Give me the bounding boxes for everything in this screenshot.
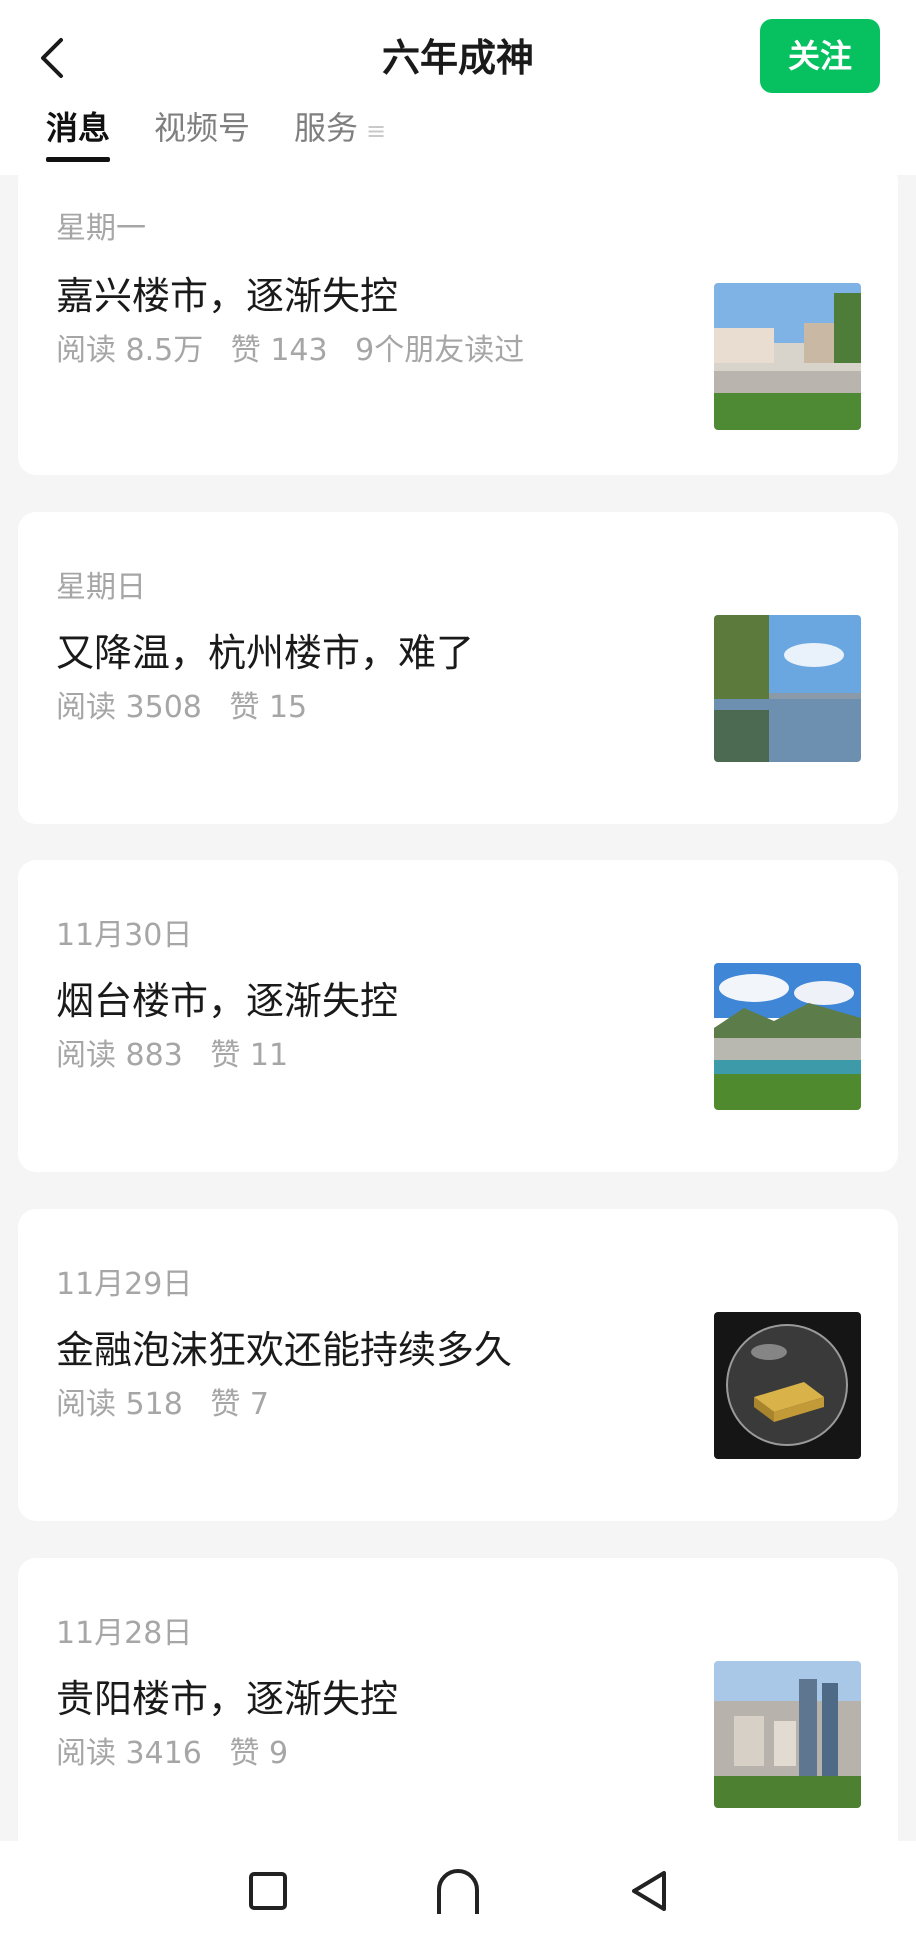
article-title: 又降温，杭州楼市，难了 (56, 631, 475, 675)
read-count: 阅读 3416 (56, 1736, 202, 1771)
like-count: 赞 7 (210, 1387, 269, 1422)
menu-icon: ≡ (366, 117, 387, 145)
article-title: 嘉兴楼市，逐渐失控 (56, 274, 399, 318)
read-count: 阅读 883 (56, 1038, 183, 1073)
article-stats: 阅读 3416 赞 9 (56, 1728, 306, 1772)
like-count: 赞 143 (230, 333, 328, 368)
article-stats: 阅读 518 赞 7 (56, 1379, 287, 1423)
back-nav-button[interactable] (613, 1856, 683, 1926)
skyline-photo-icon (714, 1661, 861, 1808)
read-count: 阅读 3508 (56, 690, 202, 725)
top-bar: 六年成神 关注 消息 视频号 服务 ≡ (0, 0, 916, 175)
recents-button[interactable] (233, 1856, 303, 1926)
article-thumbnail (714, 1312, 861, 1459)
tab-messages-label: 消息 (46, 109, 111, 147)
like-count: 赞 15 (229, 690, 308, 725)
street-photo-icon (714, 283, 861, 430)
tab-bar: 消息 视频号 服务 ≡ (46, 100, 386, 162)
article-date: 11月28日 (56, 1616, 193, 1651)
article-title: 烟台楼市，逐渐失控 (56, 979, 399, 1023)
article-card[interactable]: 11月29日 金融泡沫狂欢还能持续多久 阅读 518 赞 7 (18, 1209, 898, 1521)
article-card[interactable]: 星期日 又降温，杭州楼市，难了 阅读 3508 赞 15 (18, 512, 898, 824)
tab-channels-label: 视频号 (154, 109, 251, 147)
article-thumbnail (714, 963, 861, 1110)
article-thumbnail (714, 615, 861, 762)
article-card[interactable]: 11月30日 烟台楼市，逐渐失控 阅读 883 赞 11 (18, 860, 898, 1172)
article-thumbnail (714, 283, 861, 430)
system-nav-bar (0, 1841, 916, 1941)
article-date: 11月30日 (56, 918, 193, 953)
gold-bubble-photo-icon (714, 1312, 861, 1459)
triangle-back-icon (632, 1871, 666, 1911)
tab-services-label: 服务 (294, 109, 359, 147)
article-title: 贵阳楼市，逐渐失控 (56, 1677, 399, 1721)
friends-read: 9个朋友读过 (355, 333, 525, 368)
article-stats: 阅读 883 赞 11 (56, 1030, 306, 1074)
article-card[interactable]: 11月28日 贵阳楼市，逐渐失控 阅读 3416 赞 9 (18, 1558, 898, 1870)
like-count: 赞 11 (210, 1038, 289, 1073)
tab-channels[interactable]: 视频号 (154, 100, 250, 162)
read-count: 阅读 8.5万 (56, 333, 204, 368)
read-count: 阅读 518 (56, 1387, 183, 1422)
article-date: 星期一 (56, 211, 146, 246)
like-count: 赞 9 (229, 1736, 289, 1771)
article-title: 金融泡沫狂欢还能持续多久 (56, 1328, 513, 1372)
article-thumbnail (714, 1661, 861, 1808)
article-date: 星期日 (56, 570, 146, 605)
arch-home-icon (437, 1869, 479, 1914)
follow-button[interactable]: 关注 (760, 19, 880, 93)
square-recents-icon (249, 1872, 287, 1910)
lake-photo-icon (714, 615, 861, 762)
article-stats: 阅读 8.5万 赞 143 9个朋友读过 (56, 325, 542, 369)
article-card[interactable]: 星期一 嘉兴楼市，逐渐失控 阅读 8.5万 赞 143 9个朋友读过 (18, 163, 898, 475)
tab-messages[interactable]: 消息 (46, 100, 111, 162)
article-stats: 阅读 3508 赞 15 (56, 682, 325, 726)
city-river-photo-icon (714, 963, 861, 1110)
article-date: 11月29日 (56, 1267, 193, 1302)
tab-services[interactable]: 服务 ≡ (294, 100, 386, 162)
home-button[interactable] (423, 1856, 493, 1926)
